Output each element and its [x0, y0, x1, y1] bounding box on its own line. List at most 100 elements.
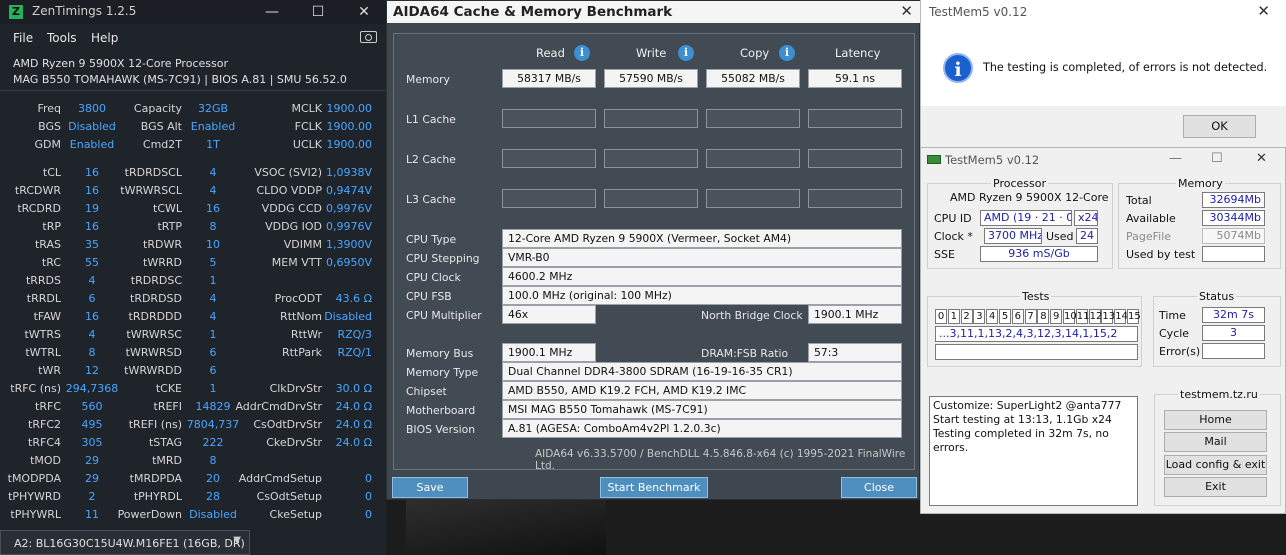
timing-label: tRDRDSC	[130, 274, 182, 287]
minimize-icon[interactable]: —	[249, 0, 295, 24]
timing-value: 55	[85, 256, 99, 269]
timing-label: tWRWRSC	[126, 328, 182, 341]
timing-label: tWRWRSCL	[120, 184, 182, 197]
timing-label: RttNom	[280, 310, 322, 323]
timing-value: RZQ/3	[337, 328, 372, 341]
timing-value: Disabled	[189, 508, 237, 521]
timing-row: tMOD 29 tMRD 8	[0, 452, 386, 470]
cpu-clock-value: 4600.2 MHz	[502, 267, 902, 286]
timing-row: tFAW 16 tRDRDDD 4 RttNom Disabled	[0, 308, 386, 326]
timing-value: 8	[88, 346, 96, 359]
timing-row: tRRDS 4 tRDRDSC 1	[0, 272, 386, 290]
timing-row: tWTRS 4 tWRWRSC 1 RttWr RZQ/3	[0, 326, 386, 344]
info-icon[interactable]: i	[678, 45, 694, 61]
test-log[interactable]: Customize: SuperLight2 @anta777 Start te…	[929, 396, 1138, 506]
timing-value: 1900.00	[326, 120, 373, 133]
test-cell: 3	[973, 309, 986, 324]
screenshot-camera-icon[interactable]	[360, 31, 377, 43]
l2-copy	[706, 149, 800, 168]
pagefile-label: PageFile	[1126, 230, 1172, 243]
timing-row: tPHYWRL 11 PowerDown Disabled CkeSetup 0	[0, 506, 386, 524]
timing-label: Cmd2T	[142, 138, 182, 151]
info-icon[interactable]: i	[779, 45, 795, 61]
site-title: testmem.tz.ru	[1178, 388, 1260, 401]
l3-read	[502, 189, 596, 208]
timing-label: tWTRL	[25, 346, 61, 359]
timing-value: 11	[85, 508, 99, 521]
load-config-exit-button[interactable]: Load config & exit	[1164, 455, 1267, 475]
close-button[interactable]: Close	[841, 477, 917, 498]
sse-label: SSE	[934, 248, 955, 261]
timing-label: MEM VTT	[271, 256, 322, 269]
memory-chip-icon	[927, 155, 941, 164]
close-icon[interactable]: ✕	[1257, 2, 1270, 20]
timing-label: tREFI (ns)	[128, 418, 182, 431]
timing-value: 30.0 Ω	[335, 382, 372, 395]
timing-row: tWR 12 tWRWRDD 6	[0, 362, 386, 380]
timing-row: tRP 16 tRTP 8 VDDG IOD 0,9976V	[0, 218, 386, 236]
system-info: AMD Ryzen 9 5900X 12-Core Processor MAG …	[0, 51, 386, 91]
timing-label: CkeDrvStr	[266, 436, 322, 449]
timing-value: 29	[85, 472, 99, 485]
timing-label: tWRRD	[143, 256, 182, 269]
timing-row: GDM Enabled Cmd2T 1T UCLK 1900.00	[0, 136, 386, 154]
menu-tools[interactable]: Tools	[47, 31, 77, 45]
timing-value: 0	[365, 490, 372, 503]
cpu-fsb-label: CPU FSB	[406, 290, 452, 303]
menu-help[interactable]: Help	[91, 31, 118, 45]
exit-button[interactable]: Exit	[1164, 477, 1267, 497]
maximize-icon[interactable]: ☐	[295, 0, 341, 24]
timing-value: 1	[209, 328, 217, 341]
log-line: Testing completed in 32m 7s, no errors.	[933, 427, 1109, 454]
aida64-titlebar[interactable]: AIDA64 Cache & Memory Benchmark ✕	[387, 1, 921, 23]
header-latency: Latency	[835, 46, 881, 60]
minimize-icon[interactable]: —	[1169, 151, 1182, 166]
l2-write	[604, 149, 698, 168]
timing-label: VDDG CCD	[261, 202, 322, 215]
total-value: 32694Mb	[1202, 192, 1265, 208]
timing-value: 4	[88, 328, 96, 341]
timing-value: 560	[81, 400, 103, 413]
timing-value: RZQ/1	[337, 346, 372, 359]
test-cell: 14	[1114, 309, 1128, 324]
bios-value: A.81 (AGESA: ComboAm4v2Pl 1.2.0.3c)	[502, 419, 902, 438]
timing-value: 6	[88, 292, 96, 305]
timing-row: tRFC4 305 tSTAG 222 CkeDrvStr 24.0 Ω	[0, 434, 386, 452]
processor-name: AMD Ryzen 9 5900X 12-Core Processor	[13, 57, 228, 70]
timing-label: CsOdtDrvStr	[253, 418, 322, 431]
save-button[interactable]: Save	[392, 477, 468, 498]
timing-label: VSOC (SVI2)	[254, 166, 322, 179]
maximize-icon[interactable]: ☐	[1211, 151, 1223, 166]
timing-value: 0	[365, 508, 372, 521]
timing-label: VDIMM	[283, 238, 322, 251]
ok-button[interactable]: OK	[1183, 115, 1256, 138]
close-icon[interactable]: ✕	[341, 0, 387, 24]
timing-label: tRRDL	[26, 292, 61, 305]
menu-file[interactable]: File	[13, 31, 33, 45]
used-value: 24	[1076, 228, 1098, 244]
timing-label: tWRWRDD	[124, 364, 182, 377]
timing-value: 1	[209, 274, 217, 287]
timing-value: 294,7368	[65, 382, 119, 395]
mail-button[interactable]: Mail	[1164, 432, 1267, 452]
close-icon[interactable]: ✕	[1256, 151, 1267, 166]
info-icon[interactable]: i	[574, 45, 590, 61]
start-benchmark-button[interactable]: Start Benchmark	[600, 477, 708, 498]
zentimings-titlebar[interactable]: Z ZenTimings 1.2.5 — ☐ ✕	[0, 0, 386, 24]
dimm-select[interactable]: A2: BL16G30C15U4W.M16FE1 (16GB, DR) ▼	[0, 530, 250, 555]
timing-label: tRFC (ns)	[10, 382, 61, 395]
timing-value: 16	[85, 166, 99, 179]
cycle-value: 3	[1202, 325, 1265, 341]
timing-value: 0,9976V	[325, 220, 372, 233]
timing-value: 16	[85, 310, 99, 323]
test-cell: 1	[947, 309, 960, 324]
home-button[interactable]: Home	[1164, 410, 1267, 430]
aida64-window: AIDA64 Cache & Memory Benchmark ✕ Read i…	[386, 0, 921, 500]
clock-value: 3700 MHz	[984, 228, 1042, 244]
l2-read	[502, 149, 596, 168]
close-icon[interactable]: ✕	[900, 2, 913, 20]
timing-value: 6	[209, 346, 217, 359]
timing-value: 6	[209, 364, 217, 377]
l3-write	[604, 189, 698, 208]
bios-label: BIOS Version	[406, 423, 476, 436]
